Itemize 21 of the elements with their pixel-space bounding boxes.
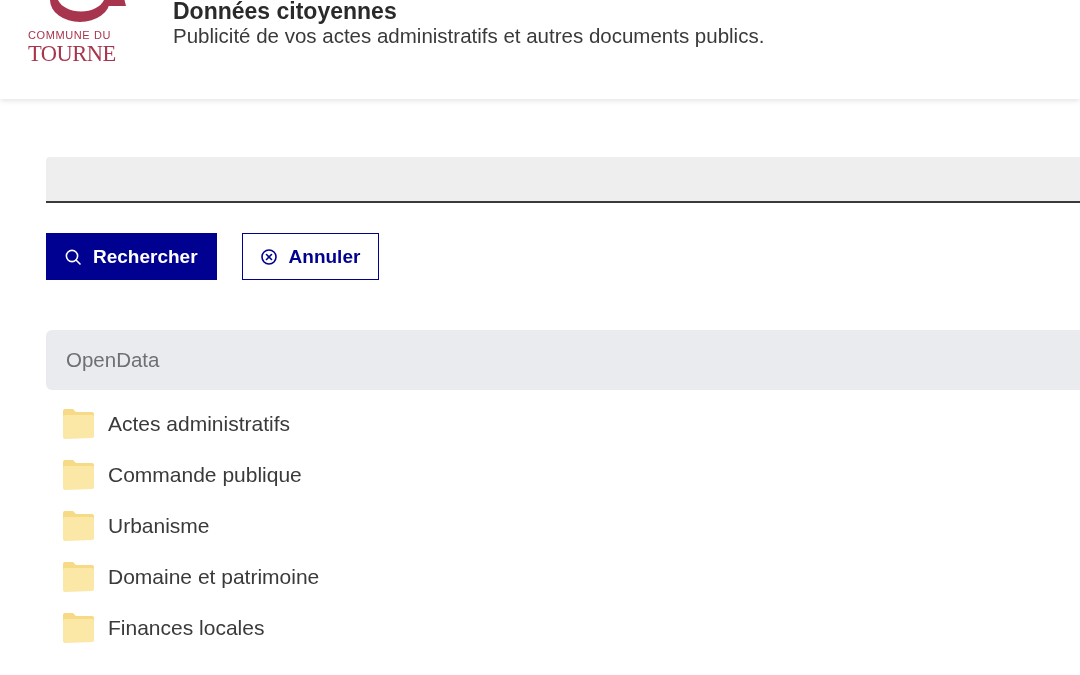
action-button[interactable]: Rechercher — [46, 233, 217, 280]
site-title: Données citoyennes — [173, 0, 397, 22]
logo-text: TOURNE — [28, 43, 116, 65]
emblem-icon — [48, 0, 128, 24]
folder-link[interactable]: Finances locales — [108, 615, 265, 640]
logo-text: COMMUNE DU — [28, 29, 111, 41]
folder-icon — [62, 612, 95, 643]
list-heading: OpenData — [66, 348, 160, 372]
folder-link[interactable]: Commande publique — [108, 462, 302, 487]
folder-link[interactable]: Domaine et patrimoine — [108, 564, 320, 589]
folder-icon — [62, 510, 95, 541]
folder-link[interactable]: Actes administratifs — [108, 411, 291, 436]
search-field[interactable] — [46, 157, 1080, 203]
folder-icon — [62, 561, 95, 592]
folder-link[interactable]: Urbanisme — [108, 513, 210, 538]
folder-icon — [62, 408, 95, 439]
close-icon — [260, 248, 277, 265]
action-button[interactable]: Annuler — [241, 233, 380, 280]
site-subtitle: Publicité de vos actes administratifs et autres documents publics. — [173, 24, 765, 48]
search-icon — [65, 248, 81, 265]
folder-icon — [62, 459, 95, 490]
